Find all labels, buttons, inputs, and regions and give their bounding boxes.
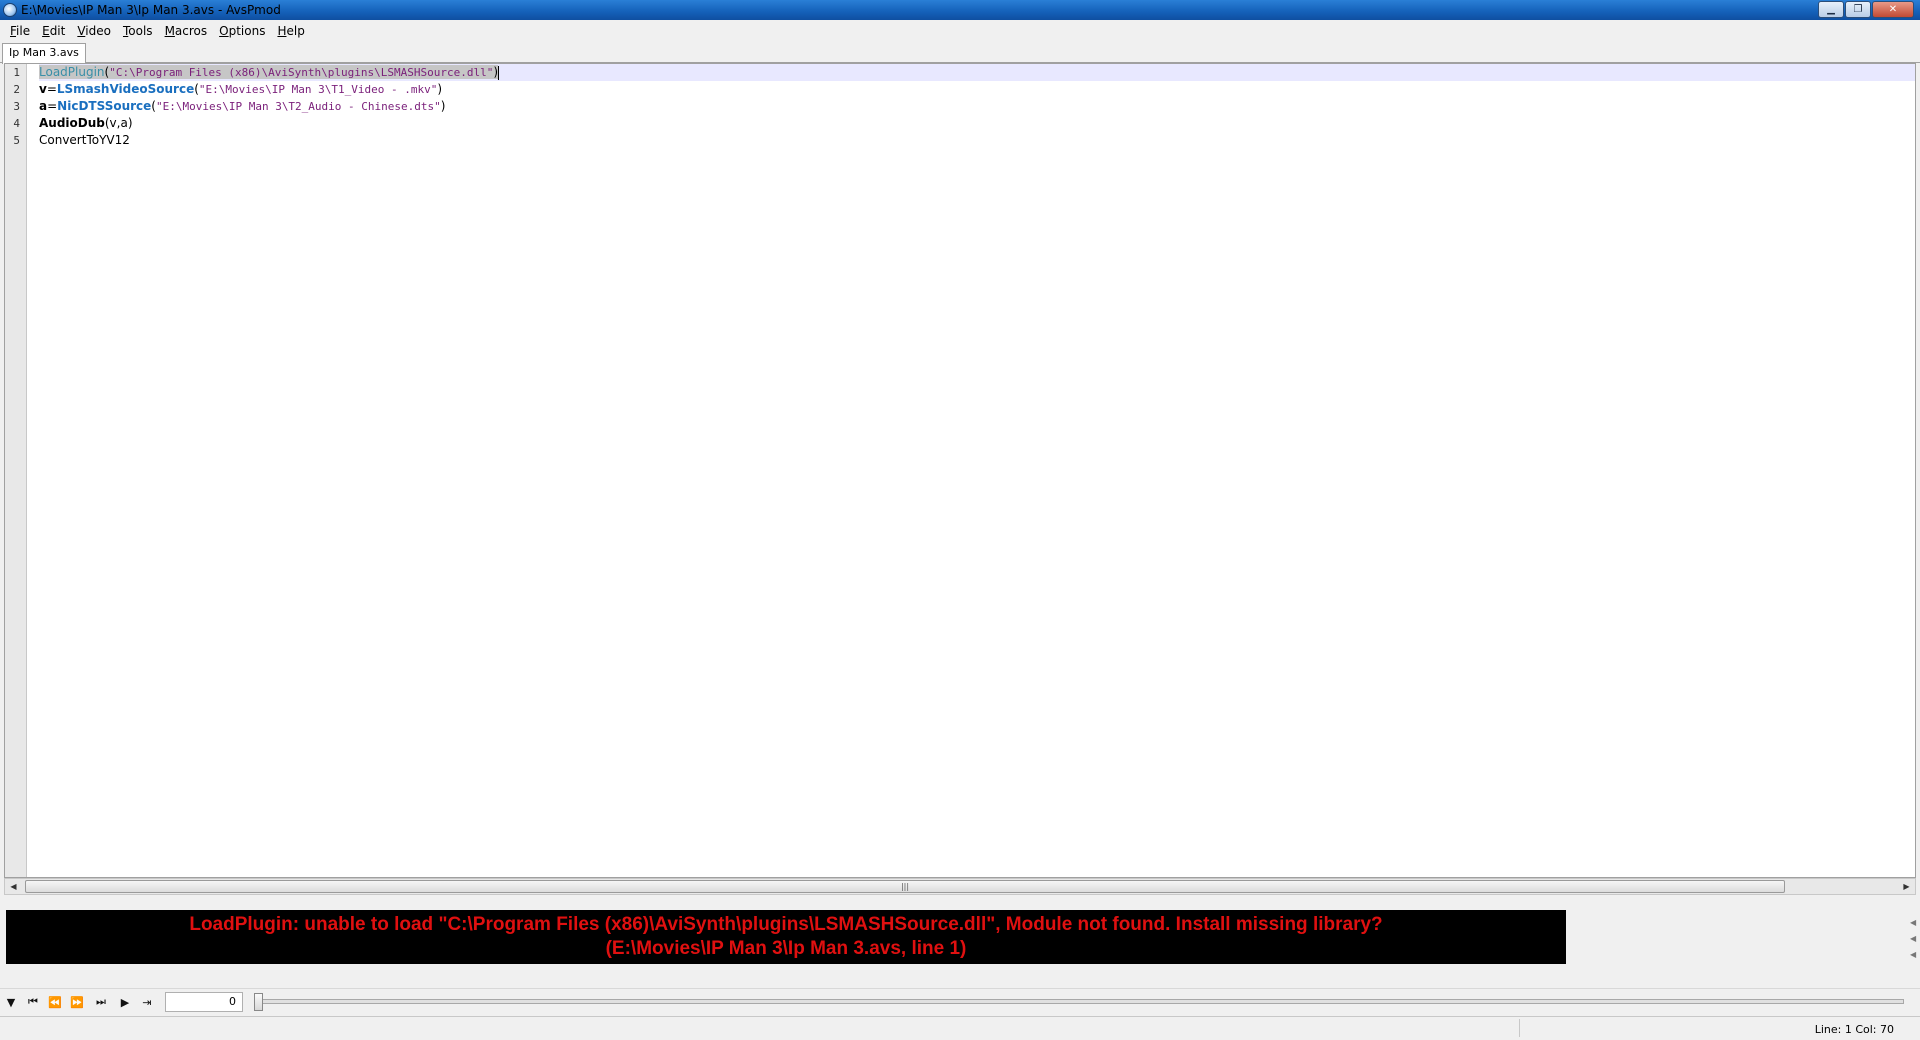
error-line-2: (E:\Movies\IP Man 3\Ip Man 3.avs, line 1… — [605, 938, 967, 959]
goto-frame-icon[interactable]: ⇥ — [138, 993, 156, 1011]
string-literal: "E:\Movies\IP Man 3\T1_Video - .mkv" — [198, 83, 438, 96]
status-bar: Line: 1 Col: 70 — [0, 1016, 1920, 1040]
menu-file[interactable]: File — [4, 24, 36, 38]
app-icon — [3, 3, 17, 17]
horizontal-scrollbar[interactable]: ◀ ||| ▶ — [4, 878, 1916, 895]
menu-video[interactable]: Video — [71, 24, 117, 38]
menu-options[interactable]: Options — [213, 24, 271, 38]
play-icon[interactable]: ▶ — [116, 993, 134, 1011]
line-number: 4 — [13, 117, 20, 130]
frame-slider-handle[interactable] — [254, 993, 263, 1011]
chevron-left-icon[interactable]: ◀ — [1910, 950, 1918, 966]
tab-ip-man-3-avs[interactable]: Ip Man 3.avs — [2, 43, 86, 64]
last-frame-icon[interactable]: ⏭ — [92, 993, 110, 1011]
code-line-2[interactable]: v=LSmashVideoSource("E:\Movies\IP Man 3\… — [39, 81, 1915, 98]
line-number: 2 — [13, 83, 20, 96]
function-name: LSmashVideoSource — [56, 82, 195, 96]
error-line-1: LoadPlugin: unable to load "C:\Program F… — [189, 914, 1383, 935]
window-controls: ▁ ❐ ✕ — [1818, 1, 1914, 18]
title-bar: E:\Movies\IP Man 3\Ip Man 3.avs - AvsPmo… — [0, 0, 1920, 20]
text-caret — [498, 65, 500, 80]
playback-bar: ▼ ⏮ ⏪ ⏩ ⏭ ▶ ⇥ 0 — [0, 988, 1920, 1014]
code-area[interactable]: LoadPlugin("C:\Program Files (x86)\AviSy… — [39, 64, 1915, 149]
line-number: 3 — [13, 100, 20, 113]
next-frame-icon[interactable]: ⏩ — [68, 993, 86, 1011]
string-literal: "C:\Program Files (x86)\AviSynth\plugins… — [109, 66, 494, 79]
tab-strip: Ip Man 3.avs — [0, 42, 1920, 64]
menu-macros[interactable]: Macros — [159, 24, 214, 38]
prev-frame-icon[interactable]: ⏪ — [46, 993, 64, 1011]
function-name: ConvertToYV12 — [39, 133, 130, 147]
menu-help[interactable]: Help — [271, 24, 310, 38]
menu-tools[interactable]: Tools — [117, 24, 159, 38]
close-button[interactable]: ✕ — [1872, 1, 1914, 18]
menu-edit[interactable]: Edit — [36, 24, 71, 38]
status-divider — [1519, 1019, 1520, 1037]
function-name: AudioDub — [39, 116, 105, 130]
function-name: NicDTSSource — [57, 99, 152, 113]
code-line-3[interactable]: a=NicDTSSource("E:\Movies\IP Man 3\T2_Au… — [39, 98, 1915, 115]
code-line-1[interactable]: LoadPlugin("C:\Program Files (x86)\AviSy… — [39, 64, 1915, 81]
chevron-left-icon[interactable]: ◀ — [1910, 918, 1918, 934]
minimize-button[interactable]: ▁ — [1818, 1, 1844, 18]
code-line-4[interactable]: AudioDub(v,a) — [39, 115, 1915, 132]
code-line-5[interactable]: ConvertToYV12 — [39, 132, 1915, 149]
scroll-right-icon[interactable]: ▶ — [1898, 879, 1915, 894]
side-scroll-arrows[interactable]: ◀ ◀ ◀ — [1910, 918, 1918, 966]
chevron-left-icon[interactable]: ◀ — [1910, 934, 1918, 950]
cursor-position: Line: 1 Col: 70 — [1814, 1023, 1894, 1036]
function-name: LoadPlugin — [39, 65, 105, 79]
line-number: 5 — [13, 134, 20, 147]
scroll-left-icon[interactable]: ◀ — [5, 879, 22, 894]
frame-number-input[interactable]: 0 — [165, 992, 243, 1012]
first-frame-icon[interactable]: ⏮ — [24, 993, 42, 1011]
line-number-gutter: 1 2 3 4 5 — [5, 64, 27, 877]
menu-bar: File Edit Video Tools Macros Options Hel… — [0, 20, 1920, 42]
toggle-preview-icon[interactable]: ▼ — [2, 993, 20, 1011]
error-message: LoadPlugin: unable to load "C:\Program F… — [6, 910, 1566, 964]
maximize-button[interactable]: ❐ — [1845, 1, 1871, 18]
window-title: E:\Movies\IP Man 3\Ip Man 3.avs - AvsPmo… — [21, 3, 281, 17]
string-literal: "E:\Movies\IP Man 3\T2_Audio - Chinese.d… — [155, 100, 441, 113]
scrollbar-thumb[interactable]: ||| — [25, 880, 1785, 893]
line-number: 1 — [13, 66, 20, 79]
script-editor[interactable]: 1 2 3 4 5 LoadPlugin("C:\Program Files (… — [4, 63, 1916, 878]
frame-slider-track[interactable] — [256, 999, 1904, 1004]
